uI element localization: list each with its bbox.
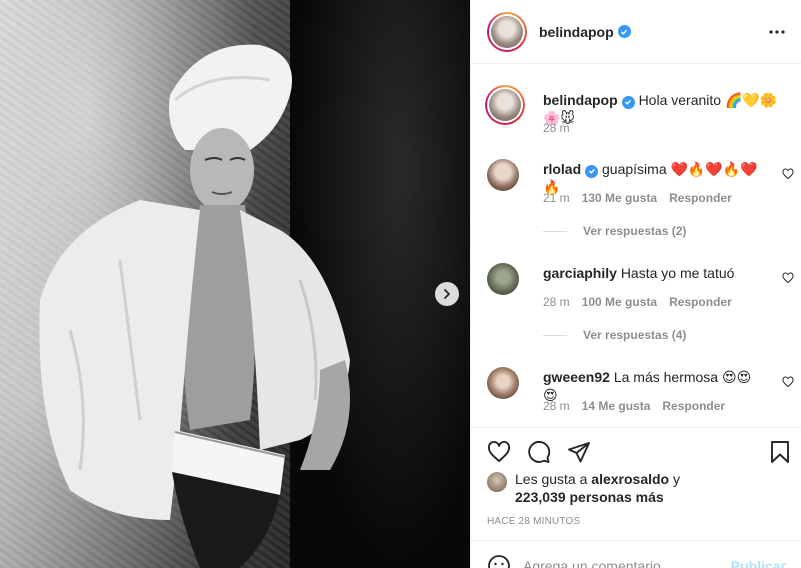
comment-username[interactable]: garciaphily	[543, 265, 617, 281]
comment-likes[interactable]: 100 Me gusta	[582, 295, 657, 309]
author-username[interactable]: belindapop	[539, 24, 614, 40]
likes-count[interactable]: 223,039 personas más	[515, 489, 664, 505]
next-photo-button[interactable]	[435, 282, 459, 306]
like-comment-heart-icon[interactable]	[782, 376, 794, 388]
comment-meta: 28 m 100 Me gusta Responder	[543, 295, 732, 309]
comment-item: garciaphily Hasta yo me tatuó	[543, 264, 762, 282]
likes-summary: Les gusta a alexrosaldo y 223,039 person…	[487, 470, 680, 506]
comment-time[interactable]: 28 m	[543, 295, 570, 309]
caption-avatar[interactable]	[485, 85, 525, 125]
liker-username[interactable]: alexrosaldo	[591, 471, 669, 487]
post-comment-button[interactable]: Publicar	[731, 558, 786, 568]
post-sidebar: belindapop belindapop Hola veranito 🌈💛🌼🌸…	[470, 0, 801, 568]
emoji-icon[interactable]	[487, 554, 511, 568]
ellipsis-icon	[769, 30, 785, 34]
comment-icon[interactable]	[527, 440, 551, 464]
caption-time[interactable]: 28 m	[543, 121, 570, 135]
bookmark-icon[interactable]	[768, 440, 792, 464]
view-replies-button[interactable]: Ver respuestas (4)	[543, 328, 686, 342]
likes-joiner: y	[673, 471, 680, 487]
view-replies-button[interactable]: Ver respuestas (2)	[543, 224, 686, 238]
comment-avatar[interactable]	[487, 263, 519, 295]
post-header: belindapop	[471, 0, 801, 64]
like-comment-heart-icon[interactable]	[782, 272, 794, 284]
caption: belindapop Hola veranito 🌈💛🌼🌸🐭	[543, 91, 792, 127]
comment-meta: 28 m 14 Me gusta Responder	[543, 399, 725, 413]
verified-badge-icon	[617, 25, 631, 38]
liker-avatar[interactable]	[487, 472, 507, 492]
view-replies-label: Ver respuestas (2)	[583, 224, 687, 238]
reply-button[interactable]: Responder	[662, 399, 725, 413]
reply-button[interactable]: Responder	[669, 191, 732, 205]
comment-meta: 21 m 130 Me gusta Responder	[543, 191, 732, 205]
comment-username[interactable]: rlolad	[543, 161, 581, 177]
reply-button[interactable]: Responder	[669, 295, 732, 309]
post-photo[interactable]	[0, 0, 470, 568]
comment-likes[interactable]: 14 Me gusta	[582, 399, 651, 413]
replies-divider	[543, 230, 567, 232]
comment-input[interactable]	[523, 557, 723, 568]
add-comment-bar: Publicar	[471, 540, 801, 568]
likes-prefix: Les gusta a	[515, 471, 588, 487]
comment-likes[interactable]: 130 Me gusta	[582, 191, 657, 205]
verified-badge-icon	[621, 95, 635, 109]
comments-list[interactable]: belindapop Hola veranito 🌈💛🌼🌸🐭 28 m rlol…	[471, 65, 801, 427]
comment-text: Hasta yo me tatuó	[620, 265, 735, 281]
comment-username[interactable]: gweeen92	[543, 369, 610, 385]
author-avatar[interactable]	[487, 11, 527, 52]
comment-avatar[interactable]	[487, 159, 519, 191]
more-options-button[interactable]	[765, 20, 789, 44]
chevron-right-icon	[444, 289, 450, 299]
post-timestamp[interactable]: HACE 28 MINUTOS	[487, 516, 580, 527]
photo-figure	[39, 44, 350, 568]
view-replies-label: Ver respuestas (4)	[583, 328, 687, 342]
replies-divider	[543, 334, 567, 336]
comment-avatar[interactable]	[487, 367, 519, 399]
comment-time[interactable]: 21 m	[543, 191, 570, 205]
caption-username[interactable]: belindapop	[543, 92, 618, 108]
instagram-post-modal: belindapop belindapop Hola veranito 🌈💛🌼🌸…	[0, 0, 801, 568]
post-actions	[471, 427, 801, 476]
caption-meta: 28 m	[543, 121, 570, 135]
like-comment-heart-icon[interactable]	[782, 168, 794, 180]
share-icon[interactable]	[567, 440, 591, 464]
heart-icon[interactable]	[487, 440, 511, 464]
comment-time[interactable]: 28 m	[543, 399, 570, 413]
verified-badge-icon	[585, 164, 599, 178]
